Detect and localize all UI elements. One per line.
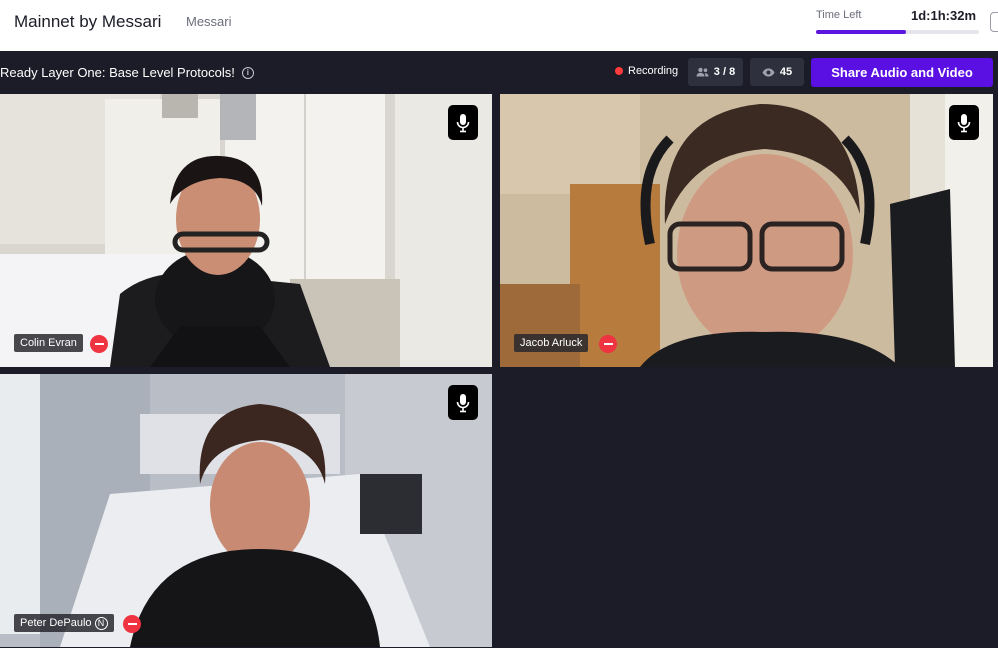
- recording-dot-icon: [615, 67, 623, 75]
- time-progress-bar: [816, 30, 979, 34]
- remove-participant-button[interactable]: [90, 335, 108, 353]
- app-title: Mainnet by Messari: [14, 12, 162, 31]
- people-icon: [696, 67, 709, 77]
- participant-video: [0, 374, 492, 647]
- participant-badge-icon: N: [94, 616, 108, 630]
- mute-microphone-button[interactable]: [448, 385, 478, 420]
- participant-name-tag: Jacob Arluck: [514, 334, 589, 352]
- viewers-count-text: 45: [779, 66, 793, 78]
- mute-microphone-button[interactable]: [448, 105, 478, 140]
- eye-icon: [762, 68, 775, 76]
- microphone-icon: [456, 393, 470, 412]
- participant-name: Colin Evran: [20, 337, 77, 349]
- remove-participant-button[interactable]: [599, 335, 617, 353]
- participant-name-tag: Peter DePaulo N: [14, 614, 114, 632]
- microphone-icon: [957, 113, 971, 132]
- share-audio-video-button[interactable]: Share Audio and Video: [811, 58, 993, 87]
- room-title-text: Ready Layer One: Base Level Protocols!: [0, 65, 235, 80]
- video-tile-peter-depaulo[interactable]: Peter DePaulo N: [0, 374, 492, 647]
- participants-count[interactable]: 3 / 8: [688, 58, 743, 86]
- time-left-value: 1d:1h:32m: [911, 8, 977, 23]
- participant-name: Jacob Arluck: [520, 337, 583, 349]
- info-icon[interactable]: i: [241, 66, 254, 79]
- menu-button[interactable]: [990, 12, 998, 32]
- participants-count-text: 3 / 8: [713, 66, 736, 78]
- org-link[interactable]: Messari: [186, 14, 232, 29]
- time-progress-fill: [816, 30, 906, 34]
- mute-microphone-button[interactable]: [949, 105, 979, 140]
- participant-video: [500, 94, 993, 367]
- participant-name-tag: Colin Evran: [14, 334, 83, 352]
- microphone-icon: [456, 113, 470, 132]
- participant-video: [0, 94, 492, 367]
- video-tile-colin-evran[interactable]: Colin Evran: [0, 94, 492, 367]
- recording-indicator: Recording: [615, 65, 678, 77]
- time-left-label: Time Left: [816, 9, 862, 21]
- recording-label: Recording: [628, 65, 679, 77]
- participant-name: Peter DePaulo: [20, 617, 92, 629]
- viewers-count[interactable]: 45: [750, 58, 804, 86]
- room-title: Ready Layer One: Base Level Protocols! i: [0, 65, 254, 80]
- video-tile-jacob-arluck[interactable]: Jacob Arluck: [500, 94, 993, 367]
- top-header: Mainnet by Messari Messari Time Left 1d:…: [0, 0, 998, 51]
- remove-participant-button[interactable]: [123, 615, 141, 633]
